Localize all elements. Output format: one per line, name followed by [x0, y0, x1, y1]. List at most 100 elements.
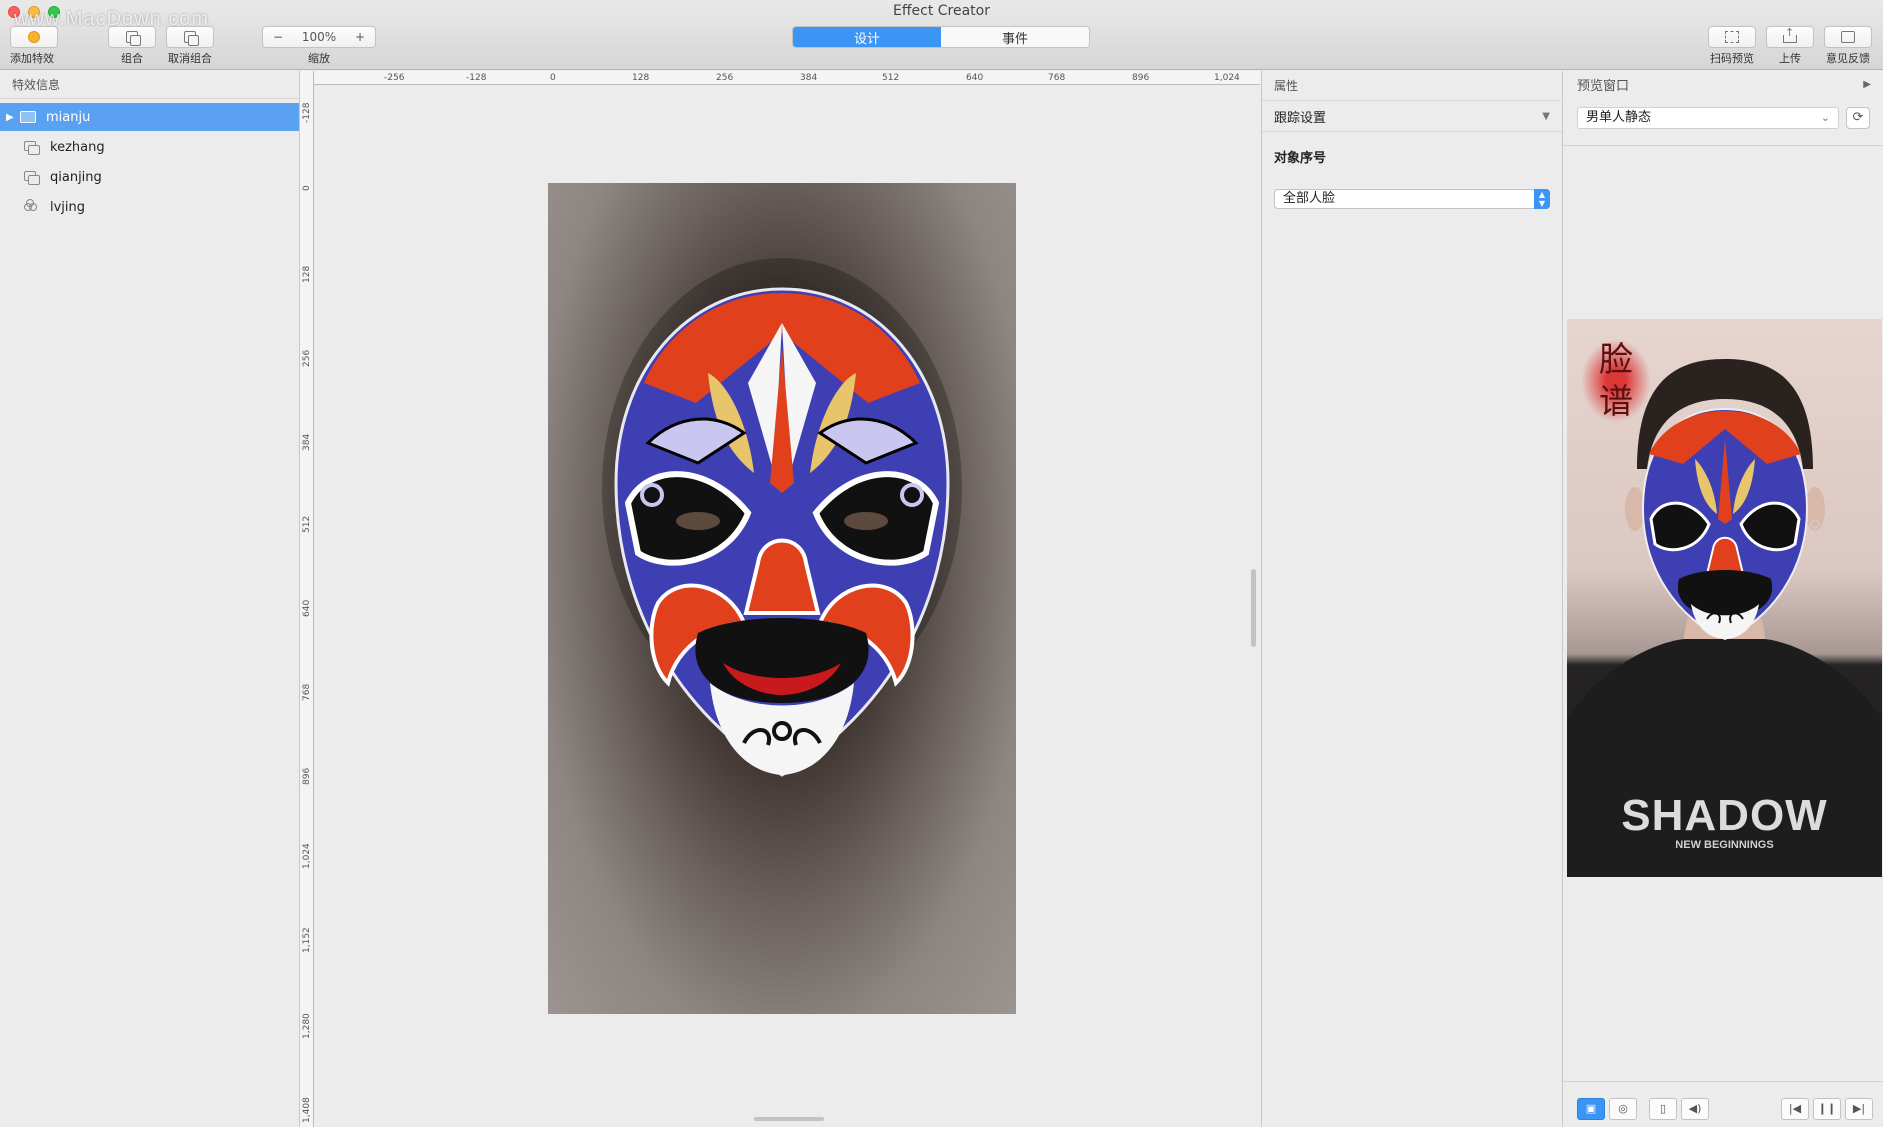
- ruler-tick-label: 1,152: [302, 927, 312, 953]
- ungroup-icon: [184, 31, 199, 46]
- layer-label: mianju: [46, 109, 91, 125]
- face-mode-button[interactable]: ◎: [1609, 1098, 1637, 1120]
- layer-item-qianjing[interactable]: qianjing: [0, 163, 299, 191]
- effect-info-panel: 特效信息 ▶ mianju kezhang qianjing lvjing: [0, 71, 300, 1127]
- upload-icon: [1783, 26, 1797, 43]
- target-index-select[interactable]: 全部人脸 ▲ ▼: [1274, 189, 1550, 209]
- zoom-label: 缩放: [308, 52, 330, 65]
- layer-item-lvjing[interactable]: lvjing: [0, 193, 299, 221]
- mode-tabs: 设计 事件: [792, 26, 1090, 48]
- feedback-label: 意见反馈: [1826, 52, 1870, 65]
- collapse-triangle-icon[interactable]: ▼: [1542, 111, 1550, 122]
- ruler-tick-label: 1,408: [302, 1097, 312, 1123]
- chevron-down-icon: ⌄: [1820, 111, 1830, 124]
- camera-mode-button[interactable]: ▣: [1577, 1098, 1605, 1120]
- pause-icon: ❙❙: [1817, 1102, 1837, 1115]
- refresh-icon: ⟳: [1852, 110, 1864, 125]
- face-icon: ◎: [1618, 1102, 1628, 1115]
- phone-icon: ▯: [1659, 1102, 1667, 1115]
- ruler-tick-label: 896: [1132, 73, 1150, 83]
- scan-preview-button[interactable]: [1708, 26, 1756, 48]
- sound-button[interactable]: ◀): [1681, 1098, 1709, 1120]
- group-button[interactable]: [108, 26, 156, 48]
- app-window: www.MacDown.com Effect Creator 添加特效 组合 取…: [0, 0, 1883, 1127]
- ruler-tick-label: 1,024: [302, 843, 312, 869]
- zoom-in-button[interactable]: +: [355, 30, 365, 44]
- horizontal-scrollbar[interactable]: [754, 1117, 824, 1121]
- ruler-tick-label: 1,024: [1214, 73, 1240, 83]
- divider: [1563, 145, 1883, 146]
- ruler-tick-label: -128: [302, 102, 312, 123]
- previous-button[interactable]: |◀: [1781, 1098, 1809, 1120]
- zoom-value: 100%: [301, 30, 337, 44]
- layer-label: kezhang: [50, 139, 105, 155]
- preview-panel: 预览窗口 ▶ 男单人静态 ⌄ ⟳ 脸谱 SHADOW NEW BEGINNING…: [1562, 71, 1883, 1127]
- scan-icon: [1725, 31, 1739, 43]
- panel-header: 属性: [1262, 71, 1561, 101]
- select-value: 全部人脸: [1283, 191, 1336, 206]
- tracking-settings-section[interactable]: 跟踪设置 ▼: [1262, 102, 1562, 132]
- ruler-tick-label: 384: [800, 73, 818, 83]
- window-title: Effect Creator: [893, 3, 990, 19]
- ruler-tick-label: 1,280: [302, 1013, 312, 1039]
- chat-icon: [1841, 31, 1855, 43]
- target-index-label: 对象序号: [1274, 151, 1327, 166]
- preview-controls: ▣ ◎ ▯ ◀) |◀ ❙❙ ▶|: [1563, 1081, 1883, 1127]
- preview-template-select[interactable]: 男单人静态 ⌄: [1577, 107, 1839, 129]
- add-effect-icon: [28, 31, 40, 43]
- ruler-tick-label: 384: [302, 433, 312, 451]
- disclosure-triangle-icon[interactable]: ▶: [6, 112, 20, 123]
- opera-mask-image[interactable]: [548, 183, 1016, 1014]
- panel-header: 预览窗口: [1577, 79, 1630, 94]
- ruler-tick-label: 0: [302, 185, 312, 191]
- ruler-tick-label: 0: [550, 73, 556, 83]
- ruler-tick-label: 512: [882, 73, 900, 83]
- feedback-button[interactable]: [1824, 26, 1872, 48]
- vertical-ruler: -128 0 128 256 384 512 640 768 896 1,024…: [300, 71, 314, 1127]
- ruler-tick-label: 640: [966, 73, 984, 83]
- properties-panel: 属性 跟踪设置 ▼ 对象序号 全部人脸 ▲ ▼: [1261, 71, 1562, 1127]
- layer-icon: [24, 171, 40, 185]
- artboard[interactable]: [548, 183, 1016, 1014]
- zoom-control: − 100% +: [262, 26, 376, 48]
- add-effect-button[interactable]: [10, 26, 58, 48]
- scan-preview-label: 扫码预览: [1710, 52, 1754, 65]
- tab-design[interactable]: 设计: [793, 27, 941, 47]
- skip-forward-icon: ▶|: [1852, 1102, 1866, 1115]
- pause-button[interactable]: ❙❙: [1813, 1098, 1841, 1120]
- ruler-tick-label: 768: [302, 683, 312, 701]
- device-button[interactable]: ▯: [1649, 1098, 1677, 1120]
- horizontal-ruler: -256 -128 0 128 256 384 512 640 768 896 …: [300, 71, 1260, 85]
- title-toolbar: www.MacDown.com Effect Creator 添加特效 组合 取…: [0, 0, 1883, 70]
- vertical-scrollbar[interactable]: [1251, 569, 1256, 647]
- folder-icon: [20, 111, 36, 123]
- ruler-tick-label: 256: [716, 73, 734, 83]
- ruler-tick-label: 640: [302, 599, 312, 617]
- expand-arrow-icon[interactable]: ▶: [1863, 79, 1871, 90]
- preview-image: 脸谱 SHADOW NEW BEGINNINGS: [1567, 319, 1882, 877]
- layer-item-kezhang[interactable]: kezhang: [0, 133, 299, 161]
- portrait-icon: ▣: [1585, 1102, 1597, 1115]
- upload-label: 上传: [1779, 52, 1801, 65]
- next-button[interactable]: ▶|: [1845, 1098, 1873, 1120]
- zoom-out-button[interactable]: −: [273, 30, 283, 44]
- refresh-button[interactable]: ⟳: [1846, 107, 1870, 129]
- ungroup-button[interactable]: [166, 26, 214, 48]
- filter-icon: [24, 199, 38, 213]
- add-effect-label: 添加特效: [10, 52, 54, 65]
- upload-button[interactable]: [1766, 26, 1814, 48]
- ruler-tick-label: 128: [302, 265, 312, 283]
- shirt-text-sub: NEW BEGINNINGS: [1675, 839, 1774, 851]
- skip-back-icon: |◀: [1788, 1102, 1802, 1115]
- layer-label: lvjing: [50, 199, 86, 215]
- stepper-icon[interactable]: ▲ ▼: [1534, 189, 1550, 209]
- panel-header: 特效信息: [0, 71, 299, 99]
- design-canvas[interactable]: -256 -128 0 128 256 384 512 640 768 896 …: [300, 71, 1260, 1127]
- section-title: 跟踪设置: [1274, 111, 1327, 126]
- ungroup-label: 取消组合: [168, 52, 212, 65]
- ruler-tick-label: -256: [384, 73, 405, 83]
- shirt-text-main: SHADOW: [1621, 791, 1828, 840]
- layer-item-mianju[interactable]: ▶ mianju: [0, 103, 299, 131]
- ruler-tick-label: 256: [302, 349, 312, 367]
- tab-events[interactable]: 事件: [941, 27, 1089, 47]
